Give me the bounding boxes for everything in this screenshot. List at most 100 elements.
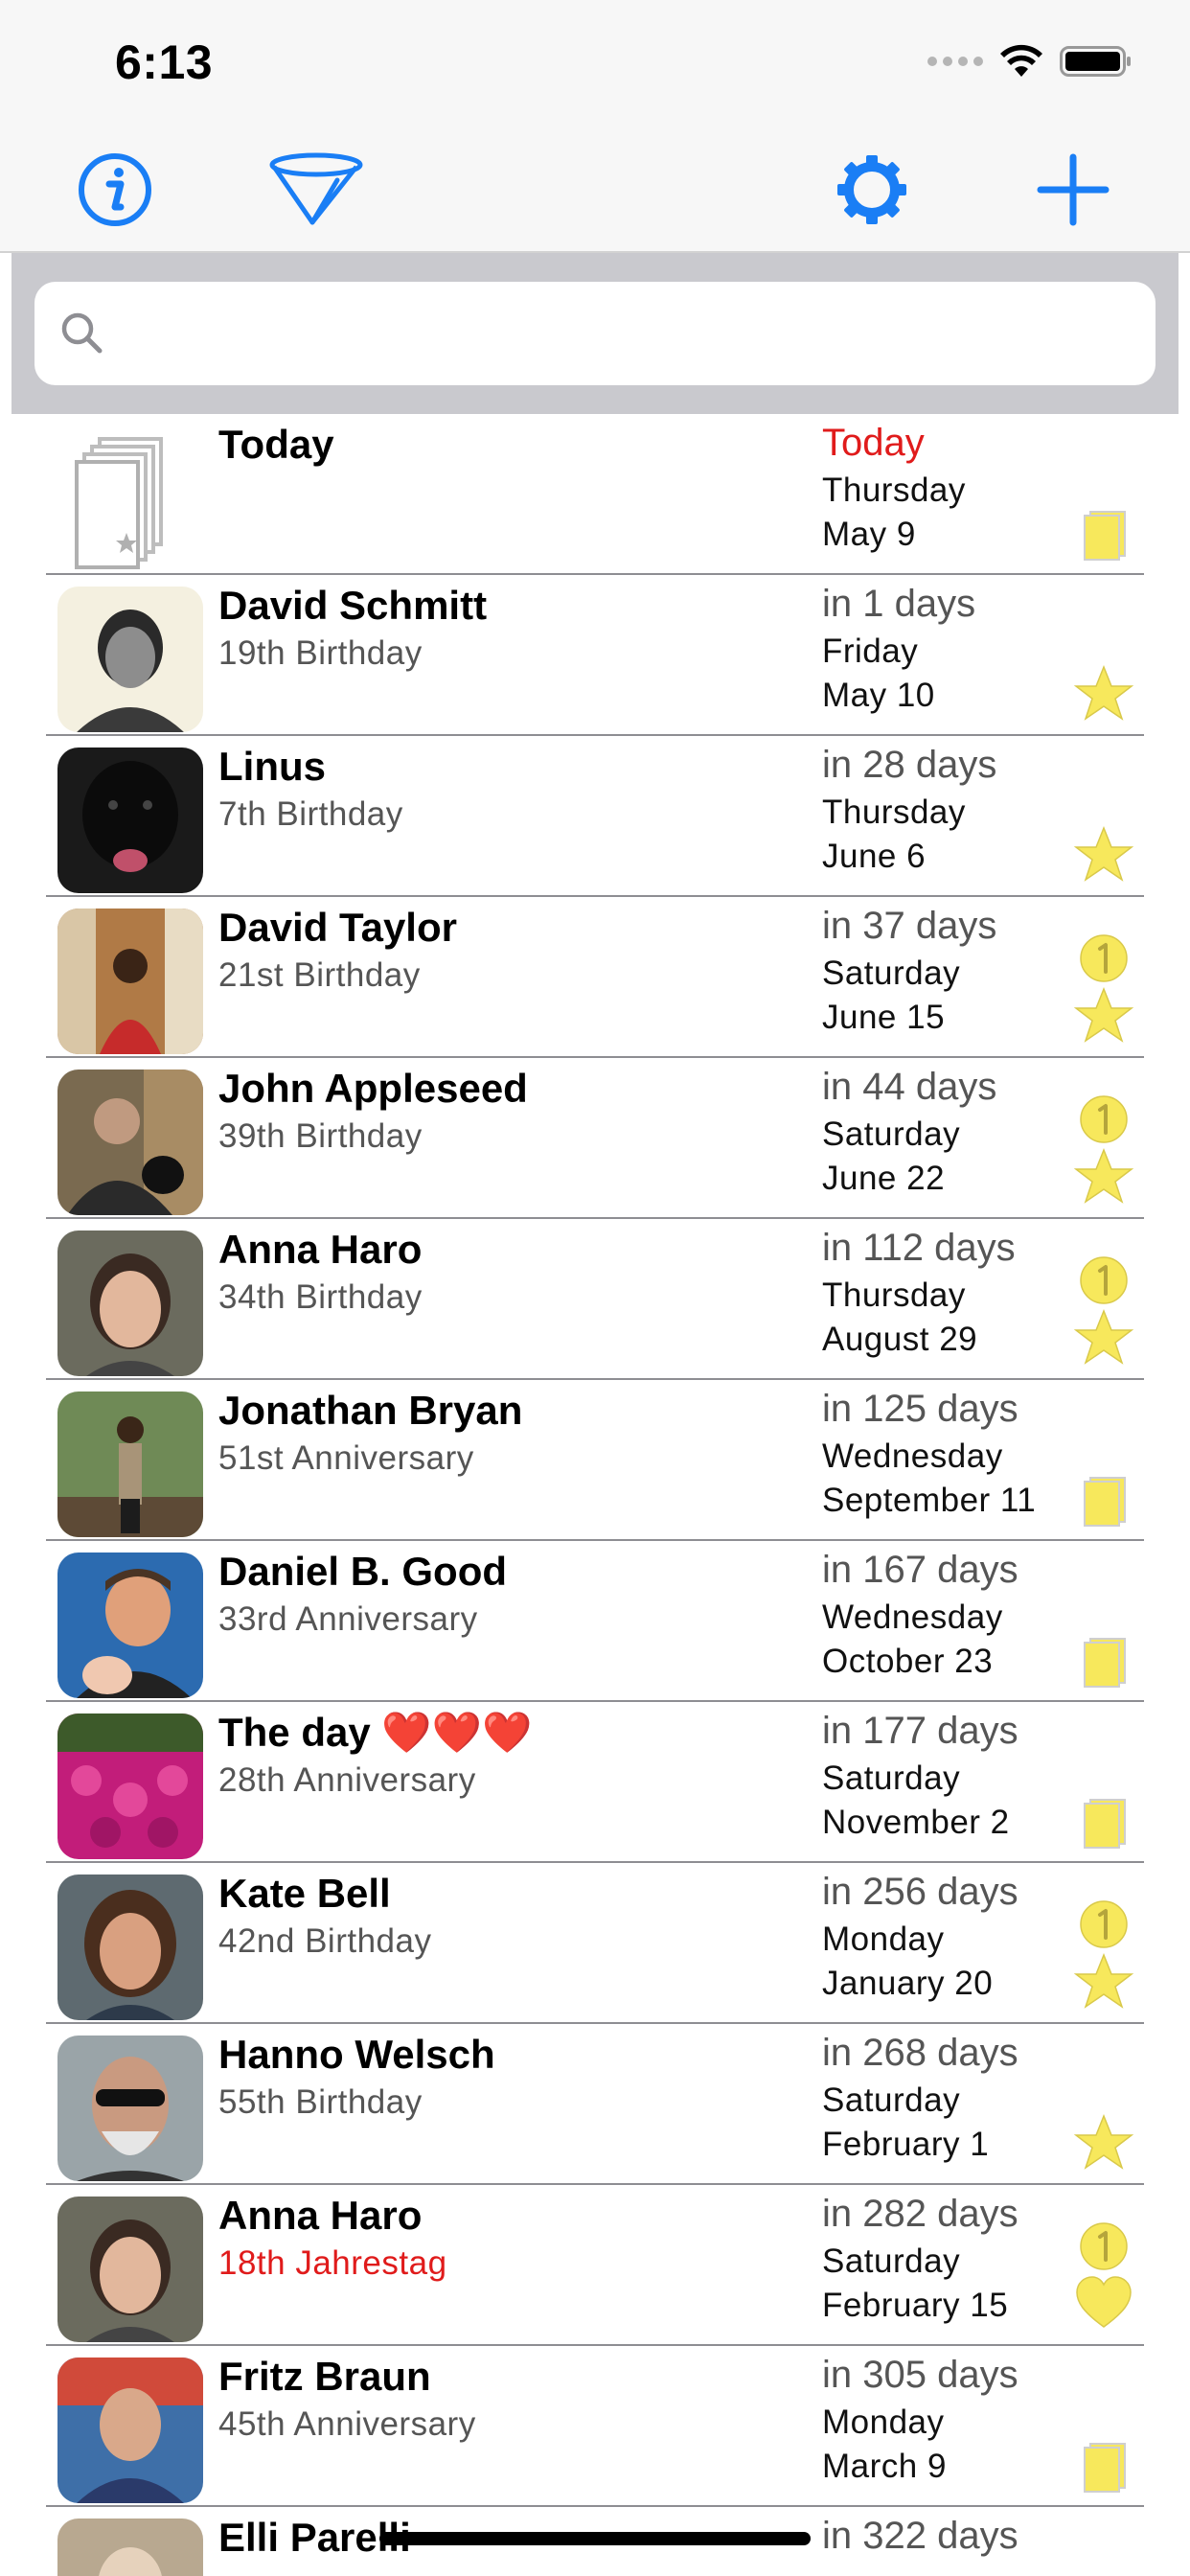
event-date: March 9 <box>822 2448 947 2485</box>
event-countdown: in 322 days <box>822 2515 1018 2557</box>
event-date: February 15 <box>822 2287 1009 2324</box>
list-item[interactable]: John Appleseed 39th Birthday in 44 days … <box>0 1058 1190 1219</box>
list-item[interactable]: David Taylor 21st Birthday in 37 days Sa… <box>0 897 1190 1058</box>
event-name: The day ❤️❤️❤️ <box>218 1710 533 1755</box>
event-countdown: in 112 days <box>822 1227 1016 1269</box>
event-name: David Schmitt <box>218 583 488 628</box>
avatar <box>57 586 203 732</box>
event-name: Anna Haro <box>218 1227 423 1272</box>
list-item[interactable]: Kate Bell 42nd Birthday in 256 days Mond… <box>0 1863 1190 2024</box>
event-date: June 6 <box>822 838 927 875</box>
event-subtitle: 34th Birthday <box>218 1278 423 1316</box>
event-weekday: Thursday <box>822 794 966 831</box>
event-subtitle: 33rd Anniversary <box>218 1600 478 1638</box>
one-circle-icon <box>1080 2222 1128 2270</box>
avatar <box>57 1392 203 1537</box>
status-time: 6:13 <box>115 35 214 89</box>
today-cards-icon <box>57 426 203 571</box>
event-subtitle: 42nd Birthday <box>218 1922 432 1960</box>
event-name: Hanno Welsch <box>218 2032 495 2077</box>
list-item[interactable]: David Schmitt 19th Birthday in 1 days Fr… <box>0 575 1190 736</box>
avatar <box>57 1552 203 1698</box>
list-item[interactable]: Anna Haro 34th Birthday in 112 days Thur… <box>0 1219 1190 1380</box>
event-countdown: in 1 days <box>822 583 976 625</box>
list-item[interactable]: The day ❤️❤️❤️ 28th Anniversary in 177 d… <box>0 1702 1190 1863</box>
add-button[interactable] <box>1031 148 1115 232</box>
event-subtitle: 19th Birthday <box>218 634 423 672</box>
calendar-icon <box>1084 2443 1126 2493</box>
star-icon <box>1073 1308 1134 1365</box>
filter-button[interactable] <box>268 148 364 232</box>
events-list: Today Today Thursday May 9 David Schmitt… <box>0 414 1190 2576</box>
one-circle-icon <box>1080 1900 1128 1948</box>
list-item[interactable]: Linus 7th Birthday in 28 days Thursday J… <box>0 736 1190 897</box>
event-name: Jonathan Bryan <box>218 1388 523 1433</box>
list-item[interactable]: Daniel B. Good 33rd Anniversary in 167 d… <box>0 1541 1190 1702</box>
toolbar <box>0 126 1190 253</box>
status-bar: 6:13 <box>0 0 1190 126</box>
event-date: January 20 <box>822 1965 994 2002</box>
event-weekday: Saturday <box>822 2082 961 2119</box>
event-date: February 1 <box>822 2126 990 2163</box>
event-date: September 11 <box>822 1482 1037 1519</box>
avatar <box>57 1230 203 1376</box>
avatar <box>57 2358 203 2503</box>
event-date: May 9 <box>822 516 916 553</box>
avatar <box>57 1070 203 1215</box>
settings-button[interactable] <box>830 148 914 232</box>
one-circle-icon <box>1080 1256 1128 1304</box>
event-weekday: Saturday <box>822 2242 961 2280</box>
list-item[interactable]: Anna Haro 18th Jahrestag in 282 days Sat… <box>0 2185 1190 2346</box>
event-subtitle: 39th Birthday <box>218 1117 423 1155</box>
avatar <box>57 2036 203 2181</box>
list-item[interactable]: Jonathan Bryan 51st Anniversary in 125 d… <box>0 1380 1190 1541</box>
list-item[interactable]: Today Today Thursday May 9 <box>0 414 1190 575</box>
event-countdown: in 282 days <box>822 2193 1018 2235</box>
home-indicator[interactable] <box>379 2532 811 2545</box>
event-date: June 15 <box>822 999 946 1036</box>
one-circle-icon <box>1080 1095 1128 1143</box>
event-countdown: in 28 days <box>822 744 997 786</box>
event-subtitle: 55th Birthday <box>218 2083 423 2121</box>
event-countdown: Today <box>822 422 925 464</box>
event-name: Kate Bell <box>218 1871 391 1916</box>
event-subtitle: 7th Birthday <box>218 795 403 833</box>
heart-icon <box>1076 2276 1132 2328</box>
battery-icon <box>1060 46 1131 77</box>
event-countdown: in 37 days <box>822 905 997 947</box>
event-name: Today <box>218 422 334 467</box>
event-subtitle: 45th Anniversary <box>218 2405 476 2443</box>
star-icon <box>1073 664 1134 721</box>
event-name: Fritz Braun <box>218 2354 431 2399</box>
info-icon <box>79 153 151 226</box>
info-button[interactable] <box>73 148 157 232</box>
plus-icon <box>1037 153 1110 226</box>
event-weekday: Friday <box>822 632 919 670</box>
event-name: Daniel B. Good <box>218 1549 508 1594</box>
star-icon <box>1073 825 1134 882</box>
event-name: John Appleseed <box>218 1066 528 1111</box>
event-weekday: Thursday <box>822 472 966 509</box>
avatar <box>57 2518 203 2576</box>
search-field[interactable] <box>34 282 1156 385</box>
event-weekday: Saturday <box>822 1116 961 1153</box>
event-weekday: Saturday <box>822 1760 961 1797</box>
event-countdown: in 268 days <box>822 2032 1018 2074</box>
event-name: Anna Haro <box>218 2193 423 2238</box>
list-item[interactable]: Fritz Braun 45th Anniversary in 305 days… <box>0 2346 1190 2507</box>
event-countdown: in 44 days <box>822 1066 997 1108</box>
event-date: October 23 <box>822 1643 994 1680</box>
event-weekday: Wednesday <box>822 1438 1003 1475</box>
status-icons <box>927 42 1133 80</box>
event-countdown: in 177 days <box>822 1710 1018 1752</box>
event-subtitle: 21st Birthday <box>218 956 421 994</box>
star-icon <box>1073 1147 1134 1204</box>
search-input[interactable] <box>121 282 1136 385</box>
event-date: August 29 <box>822 1321 978 1358</box>
search-bar <box>11 253 1179 414</box>
event-subtitle: 18th Jahrestag <box>218 2244 447 2282</box>
event-name: Linus <box>218 744 326 789</box>
star-icon <box>1073 2113 1134 2170</box>
list-item[interactable]: Hanno Welsch 55th Birthday in 268 days S… <box>0 2024 1190 2185</box>
event-subtitle: 28th Anniversary <box>218 1761 476 1799</box>
